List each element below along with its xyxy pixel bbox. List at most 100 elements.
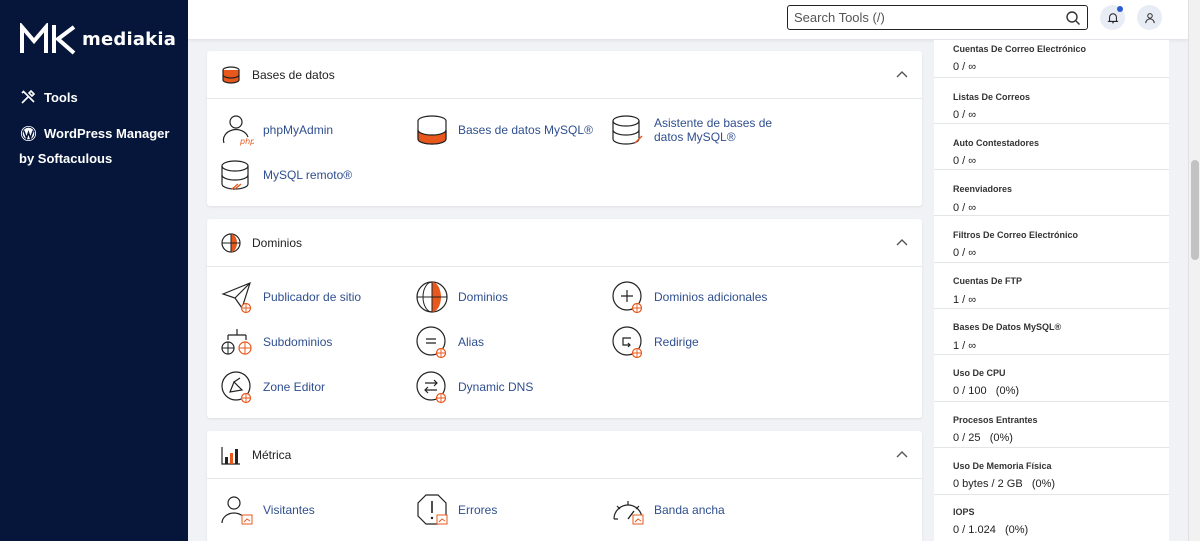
tool-label: Bases de datos MySQL® — [458, 123, 593, 137]
tool-label: Zone Editor — [263, 380, 326, 394]
mediakia-logo-icon — [20, 23, 76, 55]
tool-label: Redirige — [654, 335, 699, 349]
user-icon — [1144, 12, 1155, 23]
addon-domains-icon — [612, 281, 643, 314]
tool-label: Asistente de bases de datos MySQL® — [654, 116, 773, 144]
tool-phpmyadmin[interactable]: php phpMyAdmin — [220, 113, 333, 147]
sidebar: mediakia Tools WordPress Manager by Soft… — [0, 0, 188, 541]
svg-text:php: php — [239, 137, 254, 146]
stat-value: 0 / 1.024 (0%) — [953, 524, 1029, 536]
stat-value: 0 / ∞ — [953, 247, 977, 259]
tool-errors[interactable]: Errores — [415, 493, 497, 527]
section-header[interactable]: Bases de datos — [207, 51, 922, 99]
tool-addon-domains[interactable]: Dominios adicionales — [611, 280, 767, 314]
search-box — [787, 5, 1088, 30]
stat-email-filters[interactable]: Filtros De Correo Electrónico 0 / ∞ — [934, 216, 1169, 263]
stat-value: 0 bytes / 2 GB (0%) — [953, 478, 1056, 490]
tool-label: Dynamic DNS — [458, 380, 534, 394]
scrollbar-thumb[interactable] — [1191, 160, 1199, 260]
sidebar-item-label: Tools — [44, 90, 78, 105]
tool-label: Banda ancha — [654, 503, 725, 517]
brand-name: mediakia — [82, 28, 177, 50]
stat-label: Uso De Memoria Física — [953, 461, 1052, 471]
section-title: Dominios — [252, 235, 303, 250]
stat-ftp-accounts[interactable]: Cuentas De FTP 1 / ∞ — [934, 263, 1169, 309]
stat-cpu-usage[interactable]: Uso De CPU 0 / 100 (0%) — [934, 355, 1169, 402]
tool-mysql-databases[interactable]: Bases de datos MySQL® — [415, 113, 593, 147]
database-icon — [222, 65, 240, 84]
stat-label: Cuentas De Correo Electrónico — [953, 44, 1087, 54]
chevron-up-icon[interactable] — [896, 237, 908, 247]
remote-mysql-icon — [221, 160, 249, 190]
database-wizard-icon — [612, 115, 643, 145]
tool-bandwidth[interactable]: Banda ancha — [611, 493, 725, 527]
brand-logo[interactable]: mediakia — [20, 23, 176, 55]
tool-domains[interactable]: Dominios — [415, 280, 508, 314]
chevron-up-icon[interactable] — [896, 69, 908, 79]
tool-subdomains[interactable]: Subdominios — [220, 325, 332, 359]
tool-label: Visitantes — [263, 503, 315, 517]
aliases-icon — [416, 326, 447, 359]
stat-label: Procesos Entrantes — [953, 415, 1038, 425]
stat-forwarders[interactable]: Reenviadores 0 / ∞ — [934, 170, 1169, 216]
stat-autoresponders[interactable]: Auto Contestadores 0 / ∞ — [934, 124, 1169, 170]
search-icon[interactable] — [1065, 10, 1081, 26]
wordpress-icon — [19, 124, 37, 142]
statistics-panel: Cuentas De Correo Electrónico 0 / ∞ List… — [934, 40, 1169, 541]
stat-label: IOPS — [953, 507, 975, 517]
notifications-button[interactable] — [1100, 5, 1125, 30]
tool-label: MySQL remoto® — [263, 168, 353, 182]
globe-icon — [221, 232, 241, 253]
sidebar-item-label: WordPress Manager by Softaculous — [19, 126, 170, 166]
redirects-icon — [612, 326, 643, 359]
bandwidth-icon — [613, 501, 644, 525]
tool-zone-editor[interactable]: Zone Editor — [220, 370, 325, 404]
tool-aliases[interactable]: Alias — [415, 325, 484, 359]
zone-editor-icon — [221, 371, 252, 404]
tool-visitors[interactable]: Visitantes — [220, 493, 315, 527]
page-scrollbar[interactable] — [1188, 0, 1200, 541]
dynamic-dns-icon — [416, 371, 447, 404]
search-input[interactable] — [788, 6, 1058, 29]
tool-label: Dominios adicionales — [654, 290, 768, 304]
stat-value: 1 / ∞ — [953, 340, 977, 352]
stat-value: 0 / ∞ — [953, 155, 977, 167]
stat-label: Uso De CPU — [953, 368, 1006, 378]
stat-value: 0 / ∞ — [953, 109, 977, 121]
tool-dynamic-dns[interactable]: Dynamic DNS — [415, 370, 533, 404]
tool-redirects[interactable]: Redirige — [611, 325, 699, 359]
sidebar-item-wordpress-manager[interactable]: WordPress Manager by Softaculous — [19, 121, 179, 171]
stat-mailing-lists[interactable]: Listas De Correos 0 / ∞ — [934, 78, 1169, 124]
section-metrics: Métrica Visitantes Errores Banda ancha — [207, 431, 922, 541]
stat-entry-processes[interactable]: Procesos Entrantes 0 / 25 (0%) — [934, 402, 1169, 448]
chevron-up-icon[interactable] — [896, 449, 908, 459]
section-title: Bases de datos — [252, 67, 335, 82]
sidebar-item-tools[interactable]: Tools — [19, 85, 78, 110]
stat-label: Bases De Datos MySQL® — [953, 322, 1062, 332]
user-menu-button[interactable] — [1137, 5, 1162, 30]
stat-physical-memory[interactable]: Uso De Memoria Física 0 bytes / 2 GB (0%… — [934, 448, 1169, 495]
tool-site-publisher[interactable]: Publicador de sitio — [220, 280, 361, 314]
section-header[interactable]: Dominios — [207, 219, 922, 267]
tool-database-wizard[interactable]: Asistente de bases de datos MySQL® — [611, 113, 804, 147]
stat-iops[interactable]: IOPS 0 / 1.024 (0%) — [934, 495, 1169, 541]
stat-value: 1 / ∞ — [953, 294, 977, 306]
tool-label: Alias — [458, 335, 485, 349]
phpmyadmin-icon: php — [222, 115, 254, 146]
tool-label: Subdominios — [263, 335, 333, 349]
tool-label: Errores — [458, 503, 498, 517]
stat-label: Cuentas De FTP — [953, 276, 1023, 286]
section-header[interactable]: Métrica — [207, 431, 922, 479]
site-publisher-icon — [221, 281, 252, 314]
stat-label: Listas De Correos — [953, 92, 1031, 102]
stat-mysql-databases[interactable]: Bases De Datos MySQL® 1 / ∞ — [934, 309, 1169, 355]
tool-remote-mysql[interactable]: MySQL remoto® — [220, 158, 352, 192]
stat-value: 0 / ∞ — [953, 202, 977, 214]
subdomains-icon — [221, 329, 252, 355]
domains-icon — [416, 281, 448, 313]
stat-email-accounts[interactable]: Cuentas De Correo Electrónico 0 / ∞ — [934, 34, 1169, 78]
tool-label: Publicador de sitio — [263, 290, 362, 304]
stat-value: 0 / 100 (0%) — [953, 385, 1020, 397]
stat-label: Auto Contestadores — [953, 138, 1040, 148]
section-title: Métrica — [252, 447, 292, 462]
